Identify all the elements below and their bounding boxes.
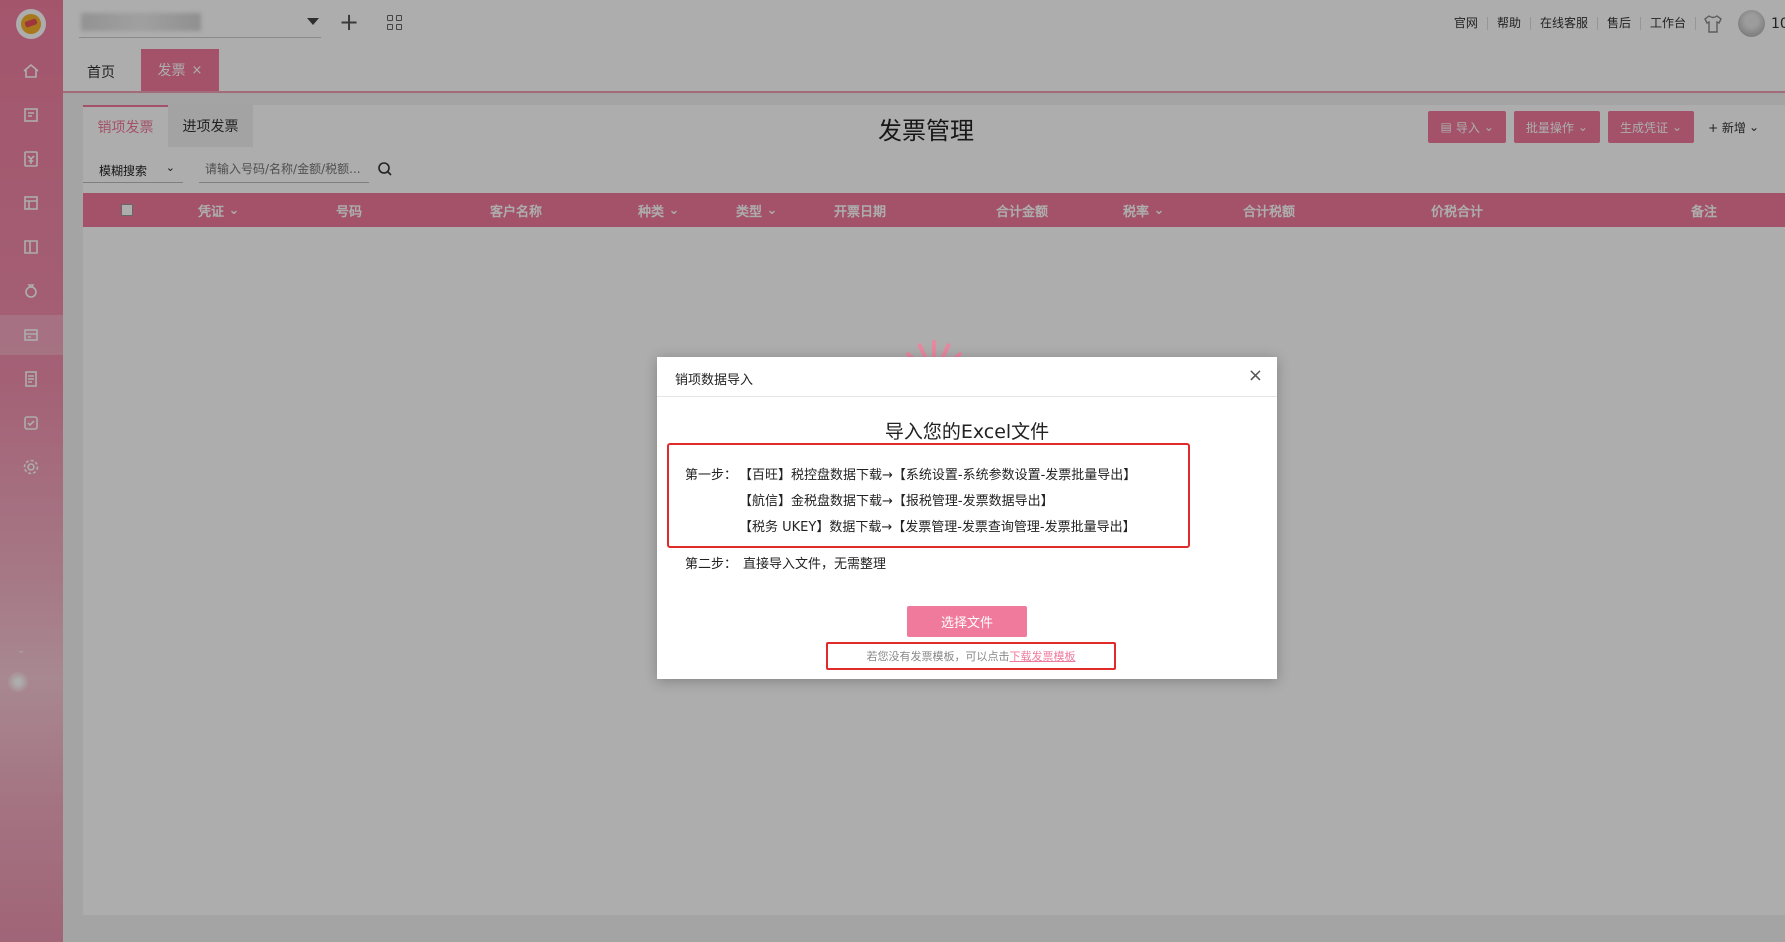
- dialog-header: 销项数据导入 ×: [657, 357, 1277, 397]
- step1-label: 第一步：: [685, 468, 738, 483]
- step1-line-ukey: 【税务 UKEY】数据下载→【发票管理-发票查询管理-发票批量导出】: [739, 520, 1136, 535]
- choose-file-button[interactable]: 选择文件: [907, 606, 1027, 637]
- step2-text: 直接导入文件，无需整理: [743, 557, 887, 572]
- step2-label: 第二步：: [685, 557, 738, 572]
- step2-row: 第二步： 直接导入文件，无需整理: [685, 553, 886, 572]
- step1-line-hangxin: 【航信】金税盘数据下载→【报税管理-发票数据导出】: [739, 494, 1054, 509]
- dialog-heading: 导入您的Excel文件: [884, 421, 1050, 443]
- template-tip-text: 若您没有发票模板，可以点击: [866, 650, 1010, 663]
- import-dialog: 销项数据导入 × 导入您的Excel文件 第一步： 【百旺】税控盘数据下载→【系…: [657, 357, 1277, 679]
- step1-line-baiwang: 【百旺】税控盘数据下载→【系统设置-系统参数设置-发票批量导出】: [739, 468, 1137, 483]
- step1-highlight-box: 第一步： 【百旺】税控盘数据下载→【系统设置-系统参数设置-发票批量导出】 【航…: [667, 443, 1190, 548]
- dialog-title: 销项数据导入: [675, 373, 754, 388]
- close-icon[interactable]: ×: [1248, 365, 1263, 386]
- template-tip-box: 若您没有发票模板，可以点击 下载发票模板: [826, 642, 1116, 670]
- download-template-link[interactable]: 下载发票模板: [1010, 648, 1076, 664]
